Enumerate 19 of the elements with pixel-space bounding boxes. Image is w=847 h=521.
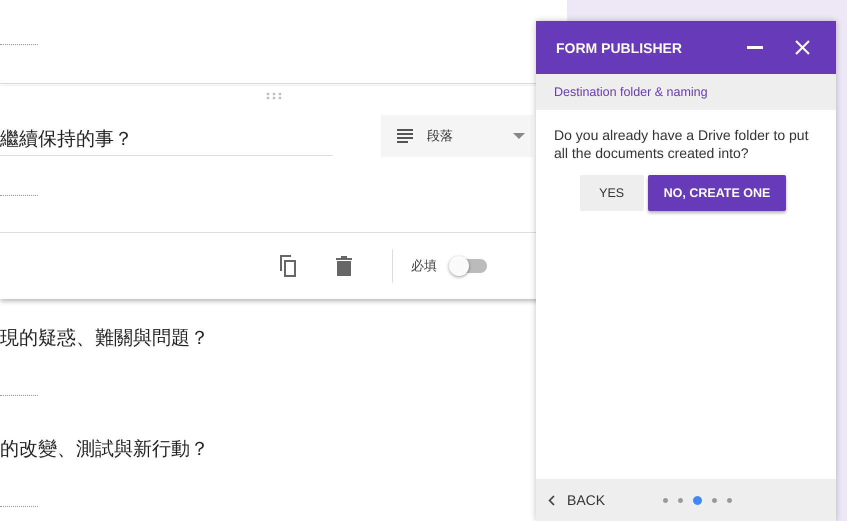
required-toggle[interactable] [451,259,487,273]
trash-icon[interactable] [336,256,352,276]
section-title: Destination folder & naming [554,85,708,99]
question-type-label: 段落 [427,126,453,145]
question-type-dropdown[interactable]: 段落 [381,114,533,157]
question-title: 現的疑惑、難關與問題？ [0,327,210,351]
create-folder-button[interactable]: NO, CREATE ONE [648,175,786,211]
back-button[interactable]: BACK [542,491,612,509]
caret-icon [513,132,525,139]
close-icon[interactable] [795,40,810,55]
question-title-field[interactable]: 繼續保持的事？ [0,126,333,156]
question-title: 的改變、測試與新行動？ [0,438,210,462]
chevron-left-icon [548,494,555,506]
yes-button[interactable]: YES [580,175,644,211]
required-label: 必填 [411,257,437,275]
panel-title: FORM PUBLISHER [556,40,682,56]
drag-handle-icon[interactable] [266,92,282,100]
paragraph-icon [397,128,413,143]
question-text: Do you already have a Drive folder to put all the documents created into? [554,126,810,162]
